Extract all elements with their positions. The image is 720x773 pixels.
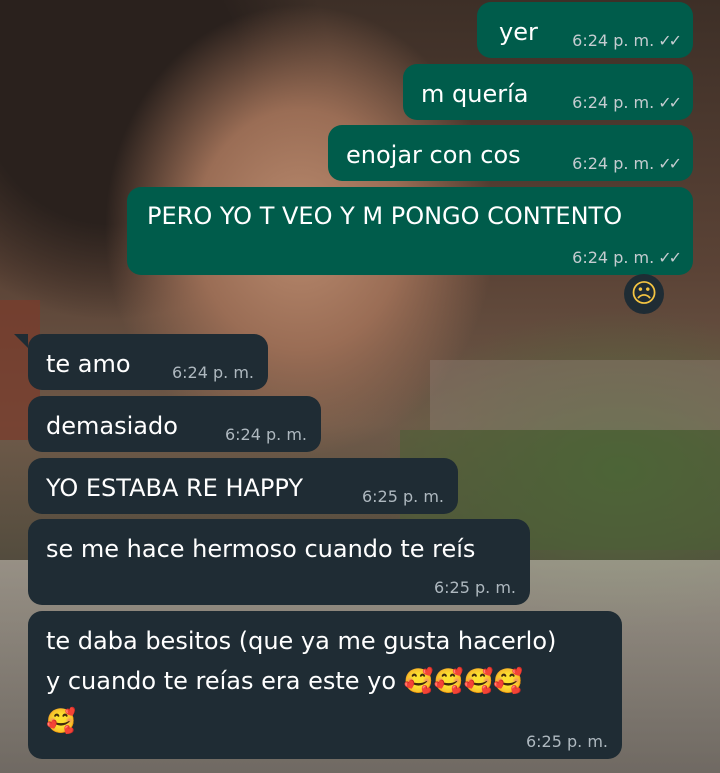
incoming-message[interactable]: demasiado 6:24 p. m.: [28, 396, 321, 452]
message-text: PERO YO T VEO Y M PONGO CONTENTO: [147, 202, 623, 230]
message-meta: 6:24 p. m. ✓✓: [572, 31, 682, 50]
message-text: m quería: [421, 80, 529, 108]
message-time: 6:24 p. m.: [572, 154, 655, 173]
outgoing-message[interactable]: PERO YO T VEO Y M PONGO CONTENTO 6:24 p.…: [127, 187, 693, 275]
incoming-message[interactable]: te daba besitos (que ya me gusta hacerlo…: [28, 611, 622, 759]
message-time: 6:25 p. m.: [433, 578, 516, 597]
incoming-message[interactable]: se me hace hermoso cuando te reís 6:25 p…: [28, 519, 530, 605]
message-text-line: y cuando te reías era este yo 🥰🥰🥰🥰: [46, 667, 524, 695]
message-meta: 6:24 p. m. ✓✓: [572, 248, 682, 267]
double-check-icon: ✓✓: [658, 248, 682, 267]
message-text: se me hace hermoso cuando te reís: [46, 535, 476, 563]
message-time: 6:25 p. m.: [525, 732, 608, 751]
message-text-line: te daba besitos (que ya me gusta hacerlo…: [46, 627, 557, 655]
message-time: 6:24 p. m.: [171, 363, 254, 382]
incoming-message[interactable]: te amo 6:24 p. m.: [28, 334, 268, 390]
message-time: 6:24 p. m.: [572, 93, 655, 112]
message-time: 6:25 p. m.: [361, 487, 444, 506]
message-text: demasiado: [46, 412, 178, 440]
double-check-icon: ✓✓: [658, 31, 682, 50]
message-meta: 6:24 p. m. ✓✓: [572, 93, 682, 112]
outgoing-message[interactable]: enojar con cos 6:24 p. m. ✓✓: [328, 125, 693, 181]
reaction-badge[interactable]: ☹: [624, 274, 664, 314]
double-check-icon: ✓✓: [658, 154, 682, 173]
message-text: te amo: [46, 350, 131, 378]
outgoing-message[interactable]: yer 6:24 p. m. ✓✓: [477, 2, 693, 58]
message-text: enojar con cos: [346, 141, 521, 169]
background-path: [430, 360, 720, 430]
message-time: 6:24 p. m.: [572, 31, 655, 50]
message-time: 6:24 p. m.: [224, 425, 307, 444]
message-meta: 6:24 p. m. ✓✓: [572, 154, 682, 173]
frowning-face-icon: ☹: [630, 279, 658, 309]
bubble-tail: [14, 334, 28, 348]
message-time: 6:24 p. m.: [572, 248, 655, 267]
outgoing-message[interactable]: m quería 6:24 p. m. ✓✓: [403, 64, 693, 120]
message-text: YO ESTABA RE HAPPY: [46, 474, 304, 502]
double-check-icon: ✓✓: [658, 93, 682, 112]
incoming-message[interactable]: YO ESTABA RE HAPPY 6:25 p. m.: [28, 458, 458, 514]
message-text: yer: [499, 18, 538, 46]
